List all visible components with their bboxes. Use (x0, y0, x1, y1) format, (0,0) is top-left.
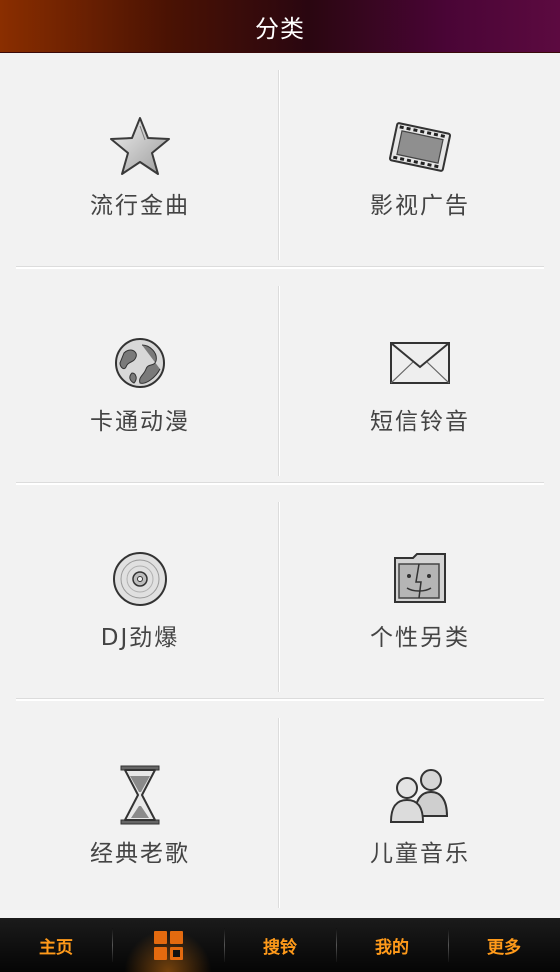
tab-mine[interactable]: 我的 (336, 918, 448, 972)
row-divider (16, 266, 544, 269)
column-divider (278, 718, 280, 908)
row-divider (16, 482, 544, 485)
tab-categories[interactable] (112, 918, 224, 972)
tab-more[interactable]: 更多 (448, 918, 560, 972)
globe-icon (105, 328, 175, 398)
category-grid: 流行金曲 影视广告 卡通动漫 短信铃音 DJ劲爆 个性另类 经典老歌 儿童音乐 (0, 52, 560, 918)
category-classic-oldies[interactable]: 经典老歌 (10, 702, 270, 902)
people-icon (385, 760, 455, 830)
category-childrens-music[interactable]: 儿童音乐 (290, 702, 550, 902)
category-label: 经典老歌 (90, 841, 190, 867)
category-label: 流行金曲 (90, 193, 190, 219)
category-label: 卡通动漫 (90, 409, 190, 435)
bottom-tab-bar: 主页 搜铃 我的 更多 (0, 918, 560, 972)
title-bar: 分类 (0, 0, 560, 52)
envelope-icon (385, 328, 455, 398)
disc-icon (105, 544, 175, 614)
category-grid-icon (153, 930, 183, 960)
category-sms-tones[interactable]: 短信铃音 (290, 270, 550, 470)
category-label: 儿童音乐 (370, 841, 470, 867)
category-cartoon-anime[interactable]: 卡通动漫 (10, 270, 270, 470)
tab-label: 我的 (375, 937, 409, 958)
tab-search-ringtone[interactable]: 搜铃 (224, 918, 336, 972)
category-alternative[interactable]: 个性另类 (290, 486, 550, 686)
film-icon (385, 112, 455, 182)
category-film-ads[interactable]: 影视广告 (290, 54, 550, 254)
category-dj[interactable]: DJ劲爆 (10, 486, 270, 686)
star-icon (105, 112, 175, 182)
category-label: 个性另类 (370, 625, 470, 651)
row-divider (16, 698, 544, 701)
category-label: DJ劲爆 (100, 625, 180, 651)
app-root: 分类 流行金曲 影视广告 卡通动漫 短信铃音 DJ劲爆 个性另类 经典老歌 儿童… (0, 0, 560, 972)
hourglass-icon (105, 760, 175, 830)
tab-label: 主页 (39, 937, 73, 958)
category-popular-hits[interactable]: 流行金曲 (10, 54, 270, 254)
column-divider (278, 502, 280, 692)
column-divider (278, 286, 280, 476)
tab-home[interactable]: 主页 (0, 918, 112, 972)
column-divider (278, 70, 280, 260)
tab-label: 搜铃 (263, 937, 297, 958)
page-title: 分类 (255, 14, 305, 43)
finder-folder-icon (385, 544, 455, 614)
category-label: 影视广告 (370, 193, 470, 219)
category-label: 短信铃音 (370, 409, 470, 435)
tab-label: 更多 (487, 937, 521, 958)
